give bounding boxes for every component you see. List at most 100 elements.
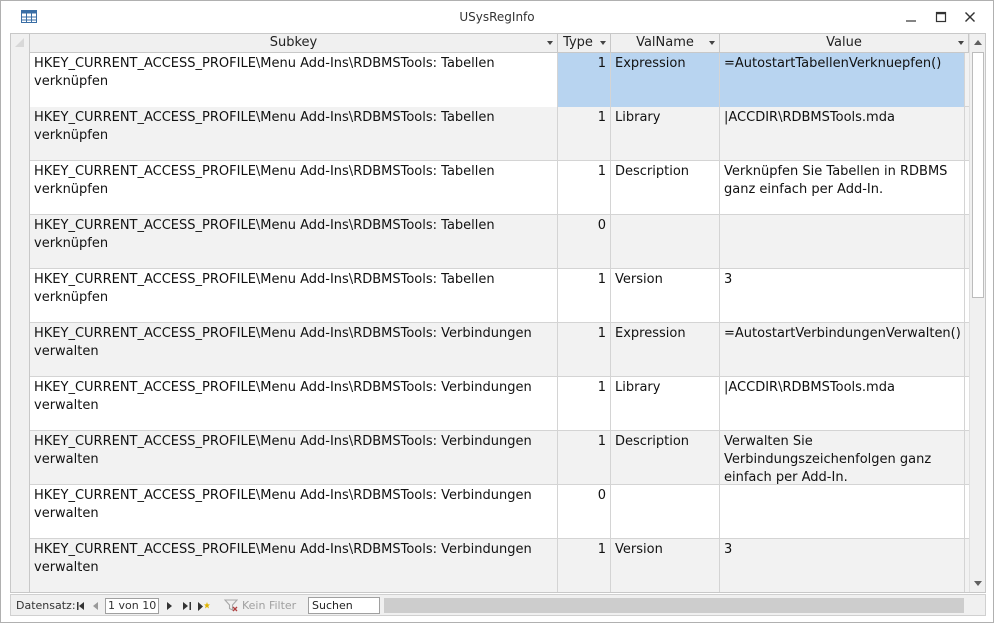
table-row[interactable]: HKEY_CURRENT_ACCESS_PROFILE\Menu Add-Ins… <box>11 485 969 539</box>
column-dropdown-icon[interactable] <box>958 41 964 45</box>
row-selector[interactable] <box>11 215 30 269</box>
column-header-type[interactable]: Type <box>558 34 611 53</box>
column-dropdown-icon[interactable] <box>547 41 553 45</box>
scrollbar-thumb[interactable] <box>972 52 984 298</box>
cell-subkey[interactable]: HKEY_CURRENT_ACCESS_PROFILE\Menu Add-Ins… <box>30 377 558 431</box>
cell-value[interactable]: 3 <box>720 269 965 323</box>
vertical-scrollbar[interactable] <box>969 34 985 592</box>
cell-valname[interactable] <box>611 485 720 539</box>
cell-type[interactable]: 1 <box>558 161 611 215</box>
close-button[interactable] <box>956 5 984 29</box>
cell-value[interactable]: |ACCDIR\RDBMSTools.mda <box>720 107 965 161</box>
cell-type[interactable]: 1 <box>558 431 611 485</box>
cell-subkey[interactable]: HKEY_CURRENT_ACCESS_PROFILE\Menu Add-Ins… <box>30 215 558 269</box>
last-record-icon <box>183 602 191 610</box>
cell-type[interactable]: 1 <box>558 107 611 161</box>
table-row[interactable]: HKEY_CURRENT_ACCESS_PROFILE\Menu Add-Ins… <box>11 377 969 431</box>
previous-record-icon <box>93 602 98 610</box>
column-header-valname[interactable]: ValName <box>611 34 720 53</box>
cell-subkey[interactable]: HKEY_CURRENT_ACCESS_PROFILE\Menu Add-Ins… <box>30 107 558 161</box>
next-record-icon <box>167 602 172 610</box>
cell-subkey[interactable]: HKEY_CURRENT_ACCESS_PROFILE\Menu Add-Ins… <box>30 323 558 377</box>
cell-subkey[interactable]: HKEY_CURRENT_ACCESS_PROFILE\Menu Add-Ins… <box>30 485 558 539</box>
table-row[interactable]: HKEY_CURRENT_ACCESS_PROFILE\Menu Add-Ins… <box>11 215 969 269</box>
row-selector[interactable] <box>11 377 30 431</box>
record-navigation-bar: Datensatz: 1 von 10 Kein Filter Suchen <box>10 594 986 616</box>
close-icon <box>965 12 975 22</box>
cell-type[interactable]: 1 <box>558 539 611 592</box>
cell-valname[interactable]: Library <box>611 377 720 431</box>
table-row[interactable]: HKEY_CURRENT_ACCESS_PROFILE\Menu Add-Ins… <box>11 269 969 323</box>
cell-subkey[interactable]: HKEY_CURRENT_ACCESS_PROFILE\Menu Add-Ins… <box>30 269 558 323</box>
cell-subkey[interactable]: HKEY_CURRENT_ACCESS_PROFILE\Menu Add-Ins… <box>30 161 558 215</box>
cell-value[interactable]: |ACCDIR\RDBMSTools.mda <box>720 377 965 431</box>
cell-valname[interactable]: Version <box>611 539 720 592</box>
scroll-up-button[interactable] <box>970 34 985 51</box>
row-selector[interactable] <box>11 431 30 485</box>
cell-value[interactable]: Verknüpfen Sie Tabellen in RDBMS ganz ei… <box>720 161 965 215</box>
row-selector[interactable] <box>11 269 30 323</box>
cell-value[interactable]: Verwalten Sie Verbindungszeichenfolgen g… <box>720 431 965 485</box>
table-row[interactable]: HKEY_CURRENT_ACCESS_PROFILE\Menu Add-Ins… <box>11 539 969 592</box>
chevron-up-icon <box>974 40 982 45</box>
search-input[interactable]: Suchen <box>308 597 380 614</box>
table-window: USysRegInfo Subkey Type ValName Value HK… <box>0 0 994 623</box>
cell-subkey[interactable]: HKEY_CURRENT_ACCESS_PROFILE\Menu Add-Ins… <box>30 539 558 592</box>
row-selector[interactable] <box>11 53 30 107</box>
scrollbar-thumb[interactable] <box>384 598 964 613</box>
cell-valname[interactable]: Version <box>611 269 720 323</box>
maximize-button[interactable] <box>927 5 955 29</box>
table-row[interactable]: HKEY_CURRENT_ACCESS_PROFILE\Menu Add-Ins… <box>11 107 969 161</box>
cell-valname[interactable]: Library <box>611 107 720 161</box>
minimize-button[interactable] <box>897 5 925 29</box>
column-dropdown-icon[interactable] <box>600 41 606 45</box>
cell-type[interactable]: 0 <box>558 485 611 539</box>
column-header-value[interactable]: Value <box>720 34 969 53</box>
cell-value[interactable]: 3 <box>720 539 965 592</box>
record-label: Datensatz: <box>16 599 76 612</box>
table-row[interactable]: HKEY_CURRENT_ACCESS_PROFILE\Menu Add-Ins… <box>11 161 969 215</box>
first-record-icon <box>77 602 84 610</box>
table-row[interactable]: HKEY_CURRENT_ACCESS_PROFILE\Menu Add-Ins… <box>11 323 969 377</box>
first-record-button[interactable] <box>75 598 87 614</box>
cell-value[interactable] <box>720 215 965 269</box>
column-header-label: Type <box>563 35 593 50</box>
new-record-icon <box>198 601 210 611</box>
current-record-input[interactable]: 1 von 10 <box>105 598 159 614</box>
cell-value[interactable]: =AutostartVerbindungenVerwalten() <box>720 323 965 377</box>
last-record-button[interactable] <box>181 598 193 614</box>
row-selector[interactable] <box>11 323 30 377</box>
column-header-subkey[interactable]: Subkey <box>30 34 558 53</box>
cell-valname[interactable]: Description <box>611 431 720 485</box>
cell-type[interactable]: 1 <box>558 323 611 377</box>
cell-valname[interactable]: Expression <box>611 53 720 107</box>
cell-valname[interactable] <box>611 215 720 269</box>
scroll-down-button[interactable] <box>970 575 985 592</box>
cell-type[interactable]: 1 <box>558 377 611 431</box>
table-row[interactable]: HKEY_CURRENT_ACCESS_PROFILE\Menu Add-Ins… <box>11 431 969 485</box>
row-selector[interactable] <box>11 539 30 592</box>
horizontal-scrollbar[interactable] <box>384 597 982 614</box>
new-record-button[interactable] <box>197 598 211 614</box>
cell-value[interactable] <box>720 485 965 539</box>
table-row[interactable]: HKEY_CURRENT_ACCESS_PROFILE\Menu Add-Ins… <box>11 53 969 107</box>
cell-value[interactable]: =AutostartTabellenVerknuepfen() <box>720 53 965 107</box>
cell-subkey[interactable]: HKEY_CURRENT_ACCESS_PROFILE\Menu Add-Ins… <box>30 431 558 485</box>
filter-toggle[interactable]: Kein Filter <box>242 598 296 614</box>
cell-valname[interactable]: Description <box>611 161 720 215</box>
next-record-button[interactable] <box>164 598 176 614</box>
column-header-label: Subkey <box>269 35 318 50</box>
cell-valname[interactable]: Expression <box>611 323 720 377</box>
cell-subkey[interactable]: HKEY_CURRENT_ACCESS_PROFILE\Menu Add-Ins… <box>30 53 558 107</box>
table-body: HKEY_CURRENT_ACCESS_PROFILE\Menu Add-Ins… <box>11 53 969 592</box>
row-selector[interactable] <box>11 107 30 161</box>
row-selector[interactable] <box>11 485 30 539</box>
cell-type[interactable]: 1 <box>558 269 611 323</box>
select-all-button[interactable] <box>11 34 30 53</box>
filter-icon <box>223 598 240 614</box>
cell-type[interactable]: 1 <box>558 53 611 107</box>
cell-type[interactable]: 0 <box>558 215 611 269</box>
row-selector[interactable] <box>11 161 30 215</box>
previous-record-button[interactable] <box>90 598 102 614</box>
column-dropdown-icon[interactable] <box>709 41 715 45</box>
